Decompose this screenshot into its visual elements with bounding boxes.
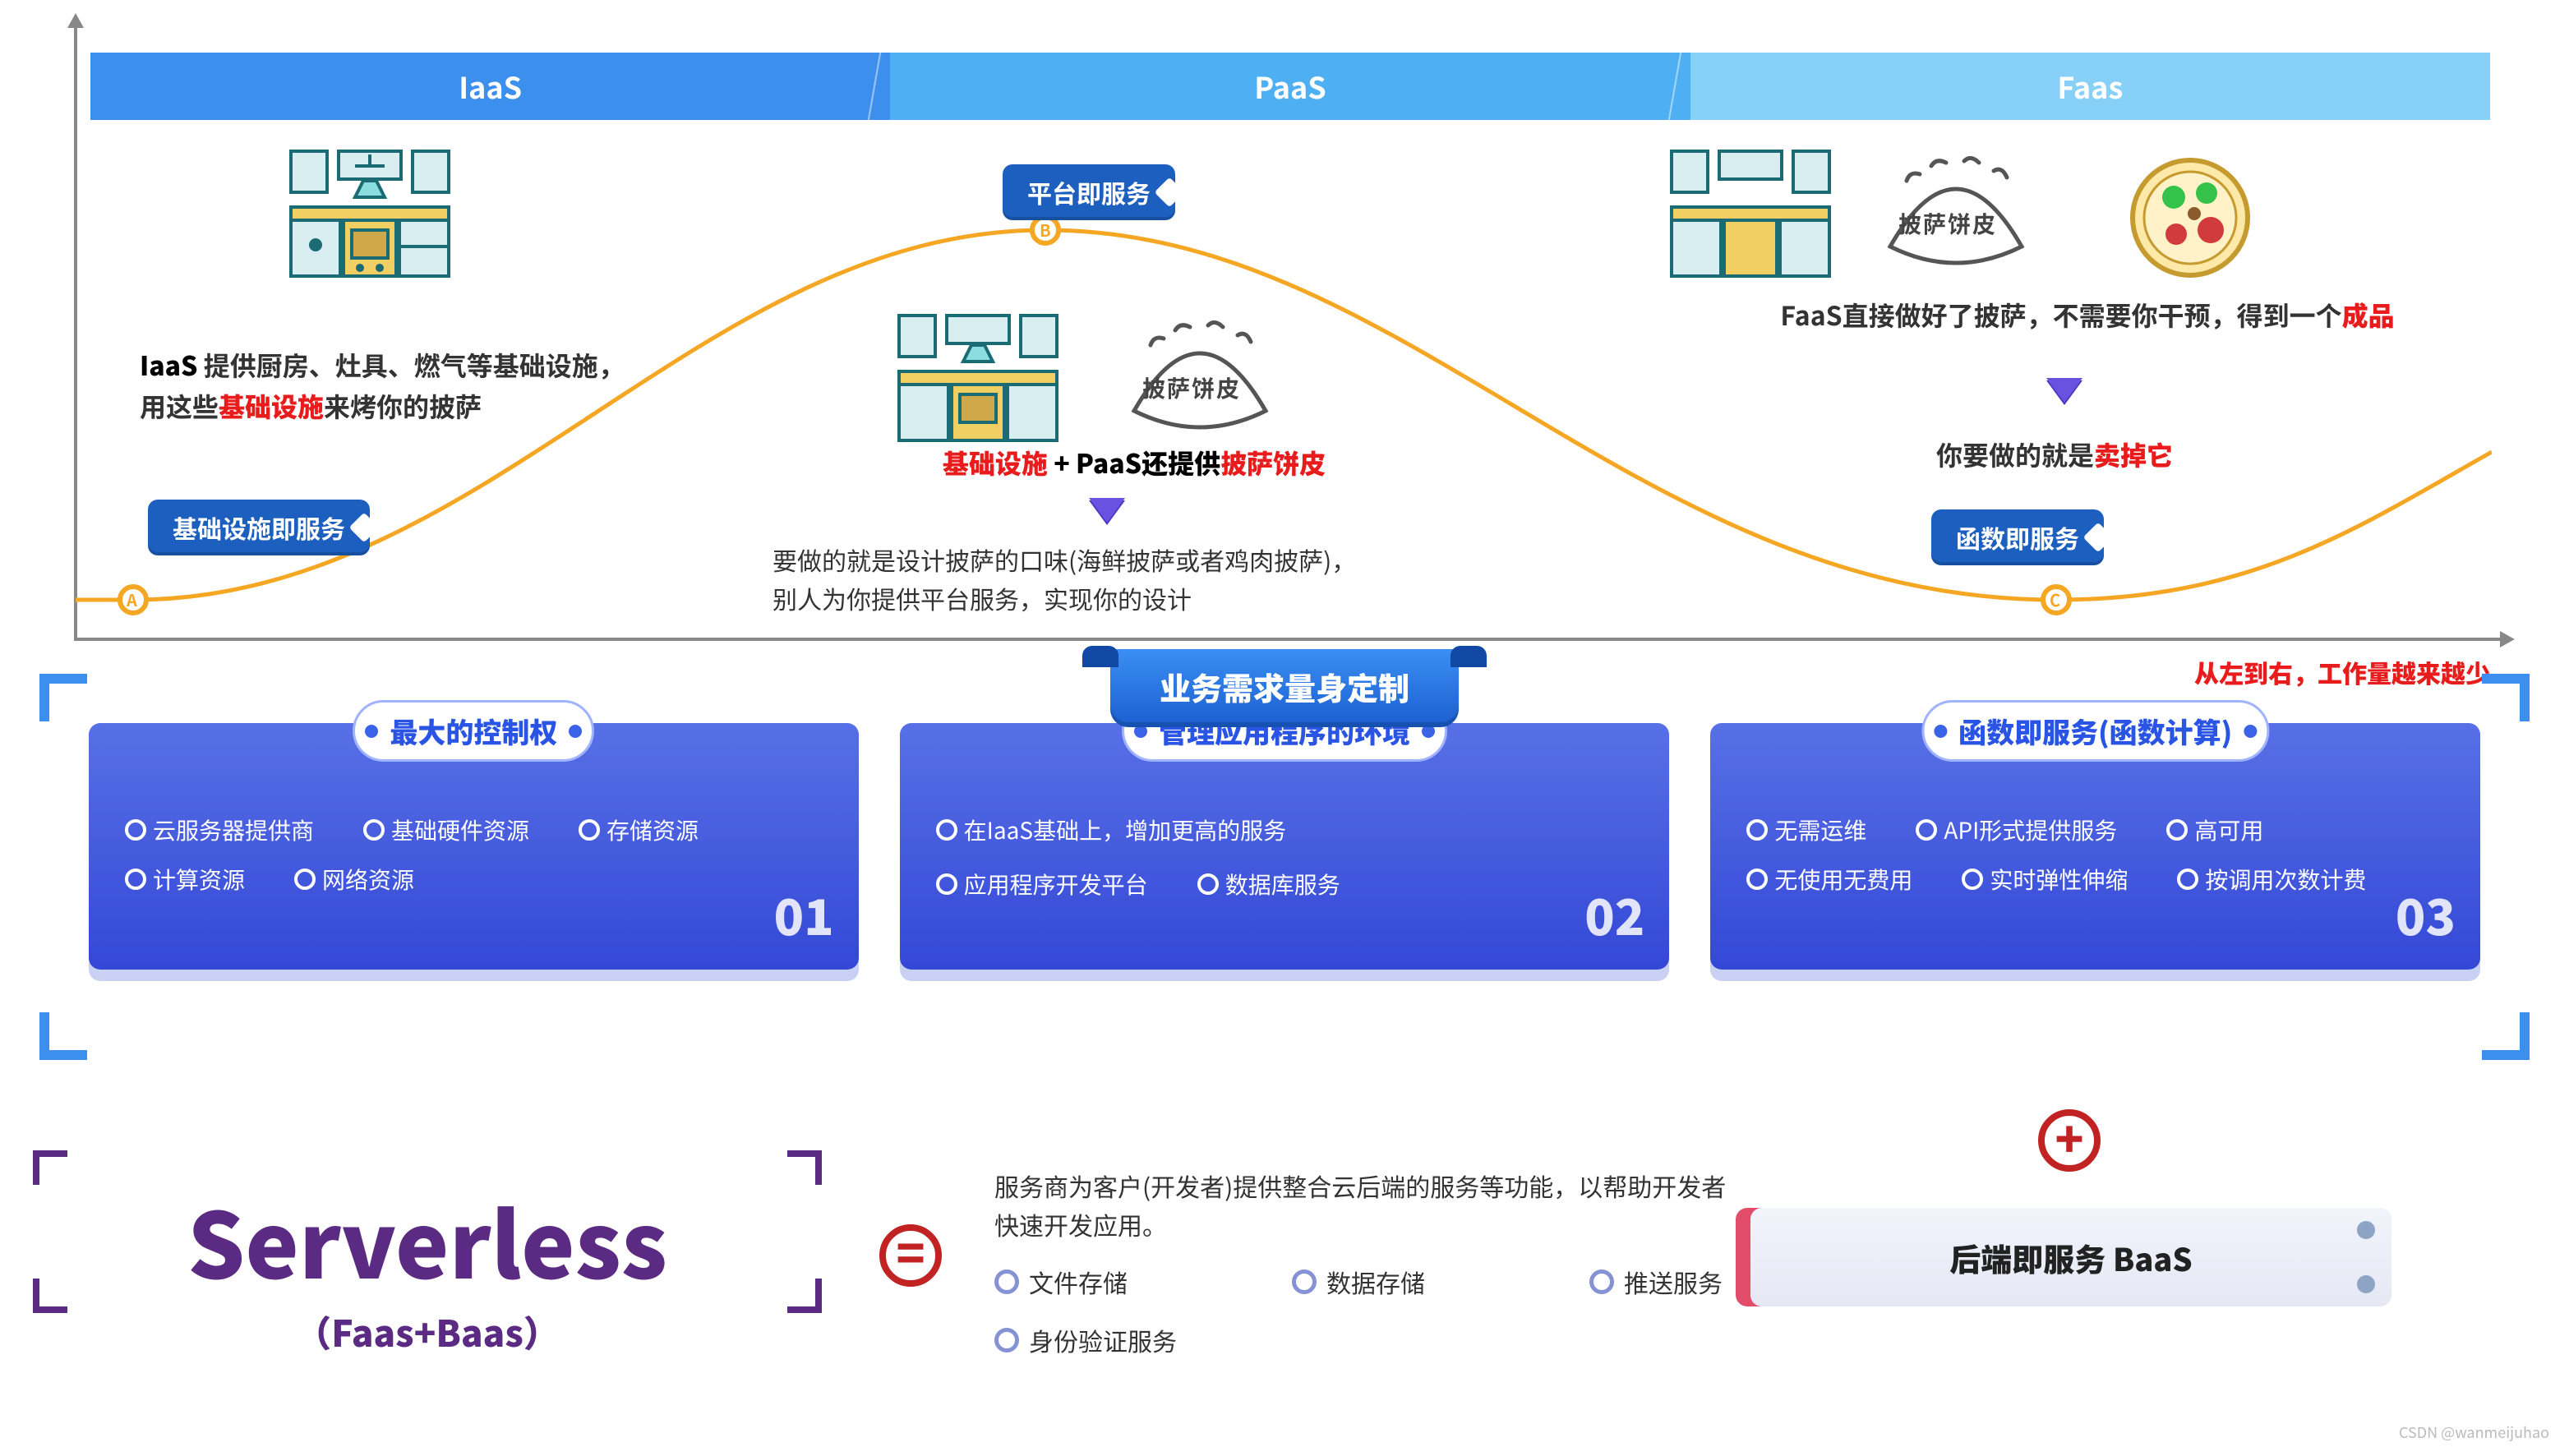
header-faas: Faas [1690,53,2490,120]
card-iaas: 最大的控制权 云服务器提供商 基础硬件资源 存储资源 计算资源 网络资源 01 [89,723,859,970]
kitchen-icon-paas [896,312,1060,450]
card-bullets: 无需运维 API形式提供服务 高可用 无使用无费用 实时弹性伸缩 按调用次数计费 [1746,813,2444,896]
node-a-label: A [126,587,137,611]
tag-iaas: 基础设施即服务 [148,500,370,555]
faas-top-text: FaaS直接做好了披萨，不需要你干预，得到一个成品 [1652,296,2523,334]
bullet: 应用程序开发平台 [936,868,1148,901]
card-label: 最大的控制权 [353,700,594,762]
card-label: 函数即服务(函数计算) [1921,700,2269,762]
bullet: 无需运维 [1746,813,1866,846]
bullet: 在IaaS基础上，增加更高的服务 [936,813,1634,846]
bullet: 数据存储 [1292,1263,1425,1302]
bullet: 网络资源 [294,863,414,896]
kitchen-icon-faas [1668,148,1833,286]
node-b-label: B [1040,218,1051,242]
corner-icon [33,1279,67,1313]
plus-icon: + [2038,1109,2101,1172]
bullet: 身份验证服务 [994,1321,1177,1360]
corner-icon [2482,1012,2530,1060]
ribbon-title: 业务需求量身定制 [1110,649,1459,727]
watermark: CSDN @wanmeijuhao [2399,1421,2549,1443]
dough-icon-paas: 披萨饼皮 [1126,320,1274,442]
corner-icon [2482,674,2530,721]
corner-icon [39,674,87,721]
header-bar: IaaS PaaS Faas [90,53,2490,120]
bullet: 数据库服务 [1197,868,1340,901]
corner-icon [33,1150,67,1185]
chart-area: A B C IaaS PaaS Faas 基础设施即服务 平台即服务 函数即服务 [58,16,2515,649]
node-c-label: C [2050,587,2060,611]
corner-icon [787,1279,822,1313]
paas-mid-text: 基础设施 + PaaS还提供披萨饼皮 [871,444,1397,481]
serverless-title: Serverless [33,1150,822,1305]
bullet: 按调用次数计费 [2177,863,2366,896]
bullet: 计算资源 [125,863,245,896]
cards-section: 业务需求量身定制 最大的控制权 云服务器提供商 基础硬件资源 存储资源 计算资源… [39,674,2530,1060]
tag-faas: 函数即服务 [1931,509,2104,565]
arrow-down-icon-faas [2046,378,2082,403]
card-paas: 管理应用程序的环境 在IaaS基础上，增加更高的服务 应用程序开发平台 数据库服… [900,723,1670,970]
card-faas: 函数即服务(函数计算) 无需运维 API形式提供服务 高可用 无使用无费用 实时… [1710,723,2480,970]
faas-bottom-text: 你要做的就是卖掉它 [1808,435,2301,473]
bottom-section: Serverless （Faas+Baas） = 服务商为客户(开发者)提供整合… [33,1126,2531,1438]
corner-icon [39,1012,87,1060]
bullet: 无使用无费用 [1746,863,1912,896]
header-iaas: IaaS [90,53,890,120]
bullet: 云服务器提供商 [125,813,314,846]
serverless-box: Serverless （Faas+Baas） [33,1150,822,1362]
tag-paas: 平台即服务 [1003,164,1175,220]
dough-label-paas: 披萨饼皮 [1142,371,1241,404]
baas-card: 后端即服务 BaaS [1750,1208,2391,1306]
card-number: 02 [1584,878,1644,950]
bullet: 实时弹性伸缩 [1962,863,2128,896]
bullet: API形式提供服务 [1916,813,2117,846]
arrow-up-icon [67,13,84,28]
paas-description: 要做的就是设计披萨的口味(海鲜披萨或者鸡肉披萨)，别人为你提供平台服务，实现你的… [773,541,1512,617]
axis-y [74,16,77,641]
bullet: 存储资源 [579,813,699,846]
bullet: 推送服务 [1589,1263,1723,1302]
equals-icon: = [879,1224,942,1287]
arrow-right-icon [2500,631,2515,647]
axis-x [74,638,2507,641]
card-bullets: 云服务器提供商 基础硬件资源 存储资源 计算资源 网络资源 [125,813,823,896]
corner-icon [787,1150,822,1185]
arrow-down-icon-paas [1089,498,1125,523]
card-bullets: 在IaaS基础上，增加更高的服务 应用程序开发平台 数据库服务 [936,813,1634,901]
header-paas: PaaS [890,53,1690,120]
iaas-description: IaaS 提供厨房、灶具、燃气等基础设施， 用这些基础设施来烤你的披萨 [140,345,797,426]
center-description: 服务商为客户(开发者)提供整合云后端的服务等功能，以帮助开发者快速开发应用。 文… [994,1167,1734,1359]
serverless-sub: （Faas+Baas） [33,1305,822,1362]
card-number: 03 [2396,878,2456,950]
kitchen-icon-iaas [288,148,452,286]
bullet: 文件存储 [994,1263,1128,1302]
card-number: 01 [774,878,834,950]
bullet: 高可用 [2166,813,2263,846]
bullet: 基础硬件资源 [363,813,529,846]
dough-icon-faas: 披萨饼皮 [1882,156,2030,278]
pizza-icon [2129,156,2252,286]
dough-label-faas: 披萨饼皮 [1898,207,1997,240]
